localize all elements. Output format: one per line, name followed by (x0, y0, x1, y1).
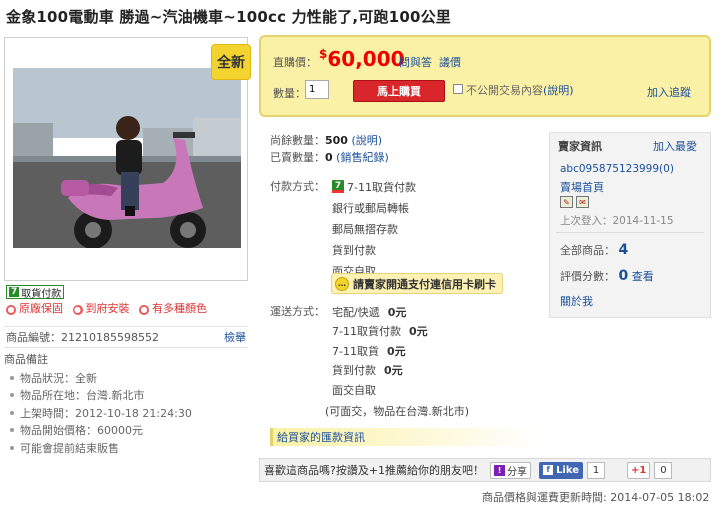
add-favorite-link[interactable]: 加入最愛 (653, 138, 697, 154)
last-login: 上次登入：2014-11-15 (560, 215, 674, 227)
new-condition-badge: 全新 (211, 44, 251, 80)
list-item: 貨到付款 (332, 243, 376, 257)
list-item: 物品狀況：全新 (10, 369, 192, 387)
remarks-list: 物品狀況：全新 物品所在地：台灣.新北市 上架時間：2012-10-18 21:… (10, 369, 192, 457)
seller-verification-icons: ✎ ✉ (560, 196, 589, 208)
about-me-link[interactable]: 關於我 (560, 293, 593, 309)
item-number-row: 商品編號：21210185598552 檢舉 (4, 326, 248, 348)
item-number: 商品編號：21210185598552 (6, 331, 159, 344)
list-item: 宅配/快遞 0元 (332, 305, 407, 319)
tag-colors: ● 有多種顏色 (139, 302, 207, 315)
total-items-link[interactable]: 4 (619, 242, 629, 258)
tag-circle-icon: ● (6, 305, 16, 315)
view-rating-link[interactable]: 查看 (632, 270, 654, 283)
payment-label: 付款方式： (270, 180, 325, 193)
divider (556, 232, 704, 233)
list-item: 上架時間：2012-10-18 21:24:30 (10, 404, 192, 422)
list-item: 7-11取貨付款 0元 (332, 325, 428, 339)
list-item: 7 7-11取貨付款 (332, 176, 416, 197)
remaining-row: 尚餘數量：500 (說明) (270, 134, 383, 147)
yahoo-icon: ! (494, 464, 506, 476)
page-title: 金象100電動車 勝過~汽油機車~100cc 力性能了,可跑100公里 (6, 8, 451, 26)
seller-heading: 賣家資訊 (558, 140, 602, 153)
remittance-info-bar[interactable]: 給買家的匯款資訊 (270, 428, 540, 446)
payment-methods: 7 7-11取貨付款 銀行或郵局轉帳 郵局無摺存款 貨到付款 面交自取 (332, 176, 416, 281)
price-amount: 60,000 (327, 47, 405, 71)
facebook-like-button[interactable]: f Like (539, 461, 584, 479)
list-item: 銀行或郵局轉帳 (332, 201, 409, 215)
chat-bubble-icon: … (335, 276, 349, 291)
feature-tags: ● 原廠保固 ● 到府安裝 ● 有多種顏色 (6, 300, 213, 316)
seller-name-link[interactable]: abc095875123999(0) (560, 163, 674, 175)
quantity-stats: 尚餘數量：500 (說明) 已賣數量：0 (銷售紀錄) (270, 132, 389, 166)
seller-info-box: 賣家資訊 加入最愛 abc095875123999(0) 賣場首頁 ✎ ✉ 上次… (549, 132, 711, 318)
email-verified-icon[interactable]: ✉ (576, 196, 589, 208)
seven-eleven-pickup-badge[interactable]: 7 取貨付款 (6, 285, 65, 300)
update-timestamp: 商品價格與運費更新時間: 2014-07-05 18:02 (482, 491, 710, 504)
sold-count: 0 (325, 151, 333, 164)
facebook-like-count: 1 (587, 461, 606, 479)
facebook-icon: f (543, 465, 554, 475)
price-label: 直購價： (273, 56, 317, 69)
sales-record-link[interactable]: (銷售紀錄) (336, 151, 389, 164)
buy-now-button[interactable]: 馬上購買 (353, 80, 445, 102)
shipping-methods: 宅配/快遞 0元 7-11取貨付款 0元 7-11取貨 0元 貨到付款 0元 面交自取 (332, 302, 428, 400)
list-item: 物品所在地：台灣.新北市 (10, 387, 192, 405)
tag-circle-icon: ● (139, 305, 149, 315)
google-plus-count: 0 (654, 461, 673, 479)
seven-badge-label: 取貨付款 (21, 288, 62, 300)
seven-eleven-icon: 7 (9, 287, 20, 297)
credit-card-notice[interactable]: … 請賣家開通支付連信用卡刷卡 (331, 273, 503, 294)
sold-row: 已賣數量：0 (銷售紀錄) (270, 151, 389, 164)
remaining-count: 500 (325, 134, 348, 147)
share-prompt: 喜歡這商品嗎?按讚及+1推薦給你的朋友吧！ (264, 464, 485, 477)
private-deal-label: 不公開交易內容(說明) (466, 84, 574, 97)
quantity-input[interactable] (305, 80, 329, 99)
tag-home-install: ● 到府安裝 (72, 302, 130, 315)
quantity-label: 數量： (273, 87, 306, 100)
price-value: $60,000 (319, 47, 405, 71)
seven-eleven-icon: 7 (332, 180, 344, 193)
qa-link[interactable]: 問與答 (399, 54, 432, 70)
total-items: 全部商品： 4 (560, 242, 629, 258)
private-deal-checkbox[interactable] (453, 84, 463, 94)
pickup-location-note: (可面交，物品在台灣.新北市) (325, 405, 470, 418)
list-item: 貨到付款 0元 (332, 364, 403, 378)
list-item: 7-11取貨 0元 (332, 344, 406, 358)
follow-link[interactable]: 加入追蹤 (647, 84, 691, 100)
phone-verified-icon[interactable]: ✎ (560, 196, 573, 208)
google-plus-button[interactable]: +1 (627, 461, 651, 479)
product-photo[interactable] (13, 68, 241, 248)
report-link[interactable]: 檢舉 (224, 329, 246, 345)
share-bar: 喜歡這商品嗎?按讚及+1推薦給你的朋友吧！ ! 分享 f Like 1 +1 0 (259, 458, 711, 482)
list-item: 郵局無摺存款 (332, 222, 398, 236)
private-deal-help-link[interactable]: (說明) (543, 84, 574, 97)
list-item: 可能會提前結束販售 (10, 439, 192, 457)
list-item: 面交自取 (332, 383, 376, 397)
pickup-badge-row: 7 取貨付款 (6, 284, 246, 300)
shipping-label: 運送方式： (270, 305, 325, 318)
remaining-help-link[interactable]: (說明) (351, 134, 382, 147)
remarks-title: 商品備註 (4, 353, 48, 366)
rating-score: 評價分數： 0 查看 (560, 268, 654, 284)
tag-warranty: ● 原廠保固 (6, 302, 63, 315)
bargain-link[interactable]: 議價 (439, 54, 461, 70)
yahoo-share-button[interactable]: ! 分享 (490, 461, 532, 479)
list-item: 物品開始價格：60000元 (10, 422, 192, 440)
store-home-link[interactable]: 賣場首頁 (560, 179, 604, 195)
price-box: 直購價： $60,000 問與答 議價 數量： 馬上購買 不公開交易內容(說明)… (259, 35, 711, 117)
tag-circle-icon: ● (72, 305, 83, 315)
